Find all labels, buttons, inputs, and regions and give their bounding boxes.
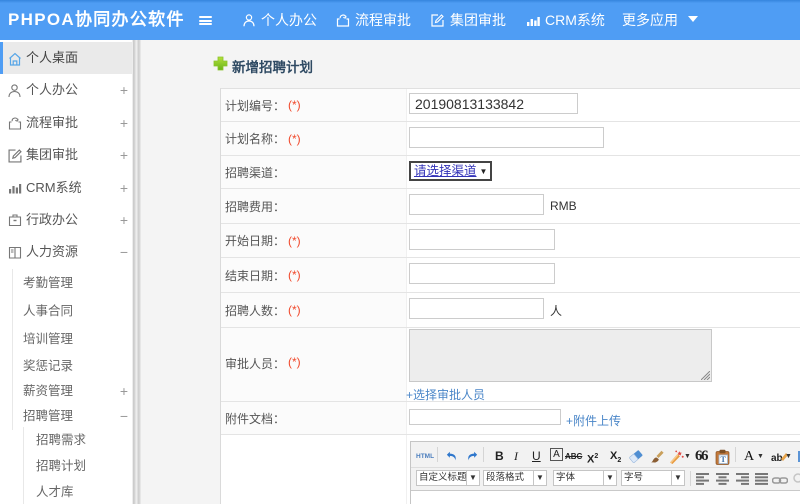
svg-text:T: T <box>721 455 727 464</box>
svg-text:ab: ab <box>771 453 783 464</box>
